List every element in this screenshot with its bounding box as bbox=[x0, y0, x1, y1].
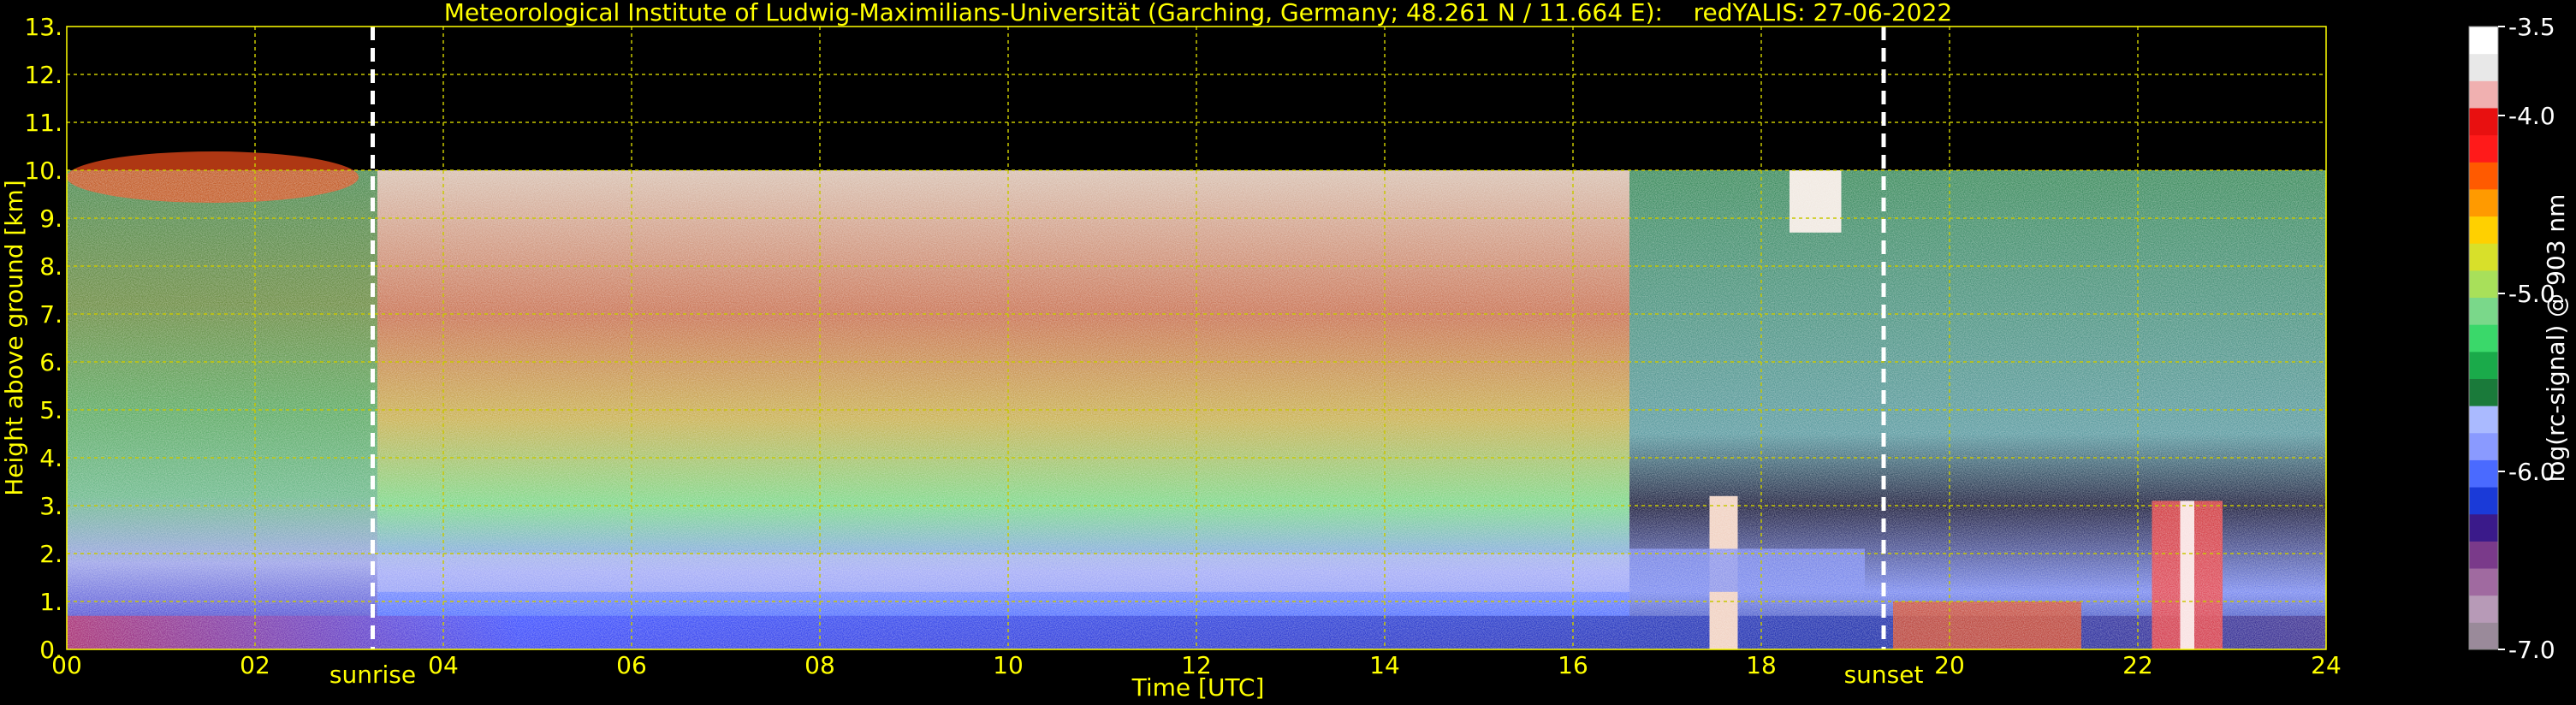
colorbar-segment bbox=[2469, 459, 2498, 488]
y-tick-label: 12. bbox=[24, 61, 62, 89]
colorbar-segment bbox=[2469, 270, 2498, 299]
colorbar-tick-label: -4.0 bbox=[2508, 102, 2555, 130]
x-tick-label: 18 bbox=[1746, 651, 1777, 679]
x-tick-label: 04 bbox=[428, 651, 459, 679]
colorbar-segment bbox=[2469, 595, 2498, 623]
x-axis-label: Time [UTC] bbox=[1131, 673, 1265, 702]
y-tick-label: 5. bbox=[39, 396, 62, 424]
y-tick-label: 6. bbox=[39, 348, 62, 376]
y-tick-label: 13. bbox=[24, 13, 62, 41]
y-tick-label: 7. bbox=[39, 300, 62, 329]
sunrise-label: sunrise bbox=[329, 661, 416, 689]
y-tick-label: 8. bbox=[39, 252, 62, 281]
y-tick-label: 3. bbox=[39, 492, 62, 520]
x-tick-label: 22 bbox=[2122, 651, 2153, 679]
y-tick-label: 2. bbox=[39, 540, 62, 568]
colorbar-tick-label: -3.5 bbox=[2508, 13, 2555, 41]
colorbar-segment bbox=[2469, 243, 2498, 271]
x-tick-label: 10 bbox=[993, 651, 1024, 679]
x-tick-label: 24 bbox=[2311, 651, 2342, 679]
colorbar-segment bbox=[2469, 513, 2498, 542]
x-tick-label: 14 bbox=[1369, 651, 1400, 679]
y-tick-label: 9. bbox=[39, 204, 62, 233]
y-tick-label: 10. bbox=[24, 157, 62, 185]
colorbar-segment bbox=[2469, 134, 2498, 163]
colorbar-segment bbox=[2469, 378, 2498, 406]
colorbar-segment bbox=[2469, 324, 2498, 352]
colorbar-segment bbox=[2469, 27, 2498, 55]
x-tick-label: 06 bbox=[616, 651, 647, 679]
y-tick-label: 1. bbox=[39, 588, 62, 616]
colorbar-segment bbox=[2469, 53, 2498, 81]
colorbar-segment bbox=[2469, 216, 2498, 244]
x-tick-label: 02 bbox=[240, 651, 270, 679]
colorbar-segment bbox=[2469, 297, 2498, 325]
x-tick-label: 08 bbox=[804, 651, 835, 679]
colorbar-segment bbox=[2469, 487, 2498, 515]
colorbar-segment bbox=[2469, 80, 2498, 109]
sunset-label: sunset bbox=[1844, 661, 1924, 689]
colorbar-segment bbox=[2469, 188, 2498, 217]
colorbar-label: log(rc-signal) @ 903 nm bbox=[2542, 194, 2570, 483]
x-tick-label: 20 bbox=[1934, 651, 1965, 679]
colorbar-segment bbox=[2469, 107, 2498, 136]
colorbar-segment bbox=[2469, 351, 2498, 379]
x-tick-label: 16 bbox=[1558, 651, 1588, 679]
colorbar-segment bbox=[2469, 568, 2498, 596]
y-tick-label: 11. bbox=[24, 109, 62, 137]
y-tick-labels: 0. 1. 2. 3. 4. 5. 6. 7. 8. 9. 10. 11. 12. 13. bbox=[24, 13, 62, 664]
lidar-chart: sunrise sunset 00 02 04 06 08 10 12 14 16 18 20 22 24… bbox=[0, 0, 2570, 702]
colorbar-segment bbox=[2469, 162, 2498, 190]
y-axis-label: Height above ground [km] bbox=[0, 180, 28, 496]
chart-title: Meteorological Institute of Ludwig-Maxim… bbox=[444, 0, 1952, 27]
colorbar-segment bbox=[2469, 541, 2498, 569]
colorbar-tick-label: -7.0 bbox=[2508, 636, 2555, 664]
y-tick-label: 0. bbox=[39, 636, 62, 664]
y-tick-label: 4. bbox=[39, 444, 62, 472]
colorbar-segment bbox=[2469, 406, 2498, 434]
colorbar-segment bbox=[2469, 622, 2498, 650]
colorbar-segment bbox=[2469, 432, 2498, 460]
